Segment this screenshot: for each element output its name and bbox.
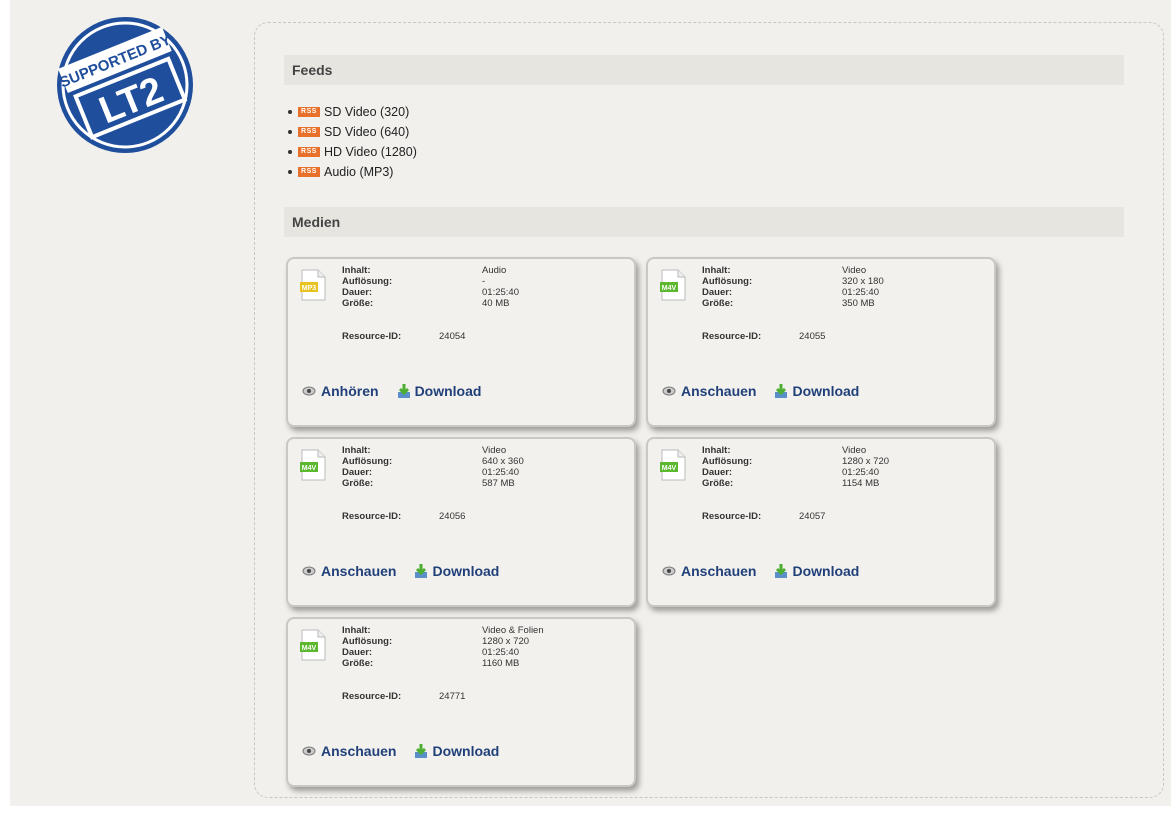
media-actions: Anschauen Download [662, 563, 877, 579]
m4v-file-icon: M4V [300, 449, 326, 481]
eye-icon [662, 386, 676, 396]
watch-button[interactable]: Anschauen [662, 563, 756, 579]
download-icon [415, 564, 428, 578]
rss-icon: RSS [298, 167, 320, 177]
media-heading: Medien [284, 207, 1124, 237]
eye-icon [302, 746, 316, 756]
download-icon [775, 384, 788, 398]
bullet-icon [288, 150, 292, 154]
rss-icon: RSS [298, 127, 320, 137]
eye-icon [302, 386, 316, 396]
download-button[interactable]: Download [774, 383, 859, 399]
svg-text:M4V: M4V [662, 285, 677, 292]
listen-button[interactable]: Anhören [302, 383, 379, 399]
mp3-file-icon: MP3 [300, 269, 326, 301]
bullet-icon [288, 170, 292, 174]
feed-item-hd-1280[interactable]: RSS HD Video (1280) [288, 142, 417, 162]
media-info: Inhalt: Video Auflösung: 640 x 360 Dauer: 0… [342, 445, 524, 522]
m4v-file-icon: M4V [660, 449, 686, 481]
media-info: Inhalt: Audio Auflösung: - Dauer: 01:25:40 … [342, 265, 519, 342]
feed-list: RSS SD Video (320) RSS SD Video (640) RS… [288, 102, 417, 182]
download-button[interactable]: Download [414, 743, 499, 759]
media-card: M4V Inhalt: Video Auflösung: 640 x 360 Dau… [286, 437, 636, 607]
resource-id: 24057 [799, 511, 826, 522]
download-button[interactable]: Download [774, 563, 859, 579]
watch-button[interactable]: Anschauen [662, 383, 756, 399]
svg-text:M4V: M4V [302, 645, 317, 652]
media-card: M4V Inhalt: Video Auflösung: 320 x 180 Dau… [646, 257, 996, 427]
media-info: Inhalt: Video & Folien Auflösung: 1280 x 7… [342, 625, 544, 702]
media-actions: Anschauen Download [662, 383, 877, 399]
resource-id: 24771 [439, 691, 466, 702]
download-icon [775, 564, 788, 578]
media-info: Inhalt: Video Auflösung: 1280 x 720 Dauer:… [702, 445, 890, 522]
feeds-heading: Feeds [284, 55, 1124, 85]
media-card: M4V Inhalt: Video & Folien Auflösung: 1280… [286, 617, 636, 787]
media-actions: Anhören Download [302, 383, 499, 399]
download-icon [397, 384, 410, 398]
eye-icon [302, 566, 316, 576]
svg-text:M4V: M4V [662, 465, 677, 472]
media-title: Medien [292, 214, 341, 230]
svg-text:M4V: M4V [302, 465, 317, 472]
bullet-icon [288, 130, 292, 134]
svg-text:MP3: MP3 [302, 285, 317, 292]
media-actions: Anschauen Download [302, 743, 517, 759]
watch-button[interactable]: Anschauen [302, 743, 396, 759]
feed-link[interactable]: HD Video (1280) [324, 145, 417, 159]
bullet-icon [288, 110, 292, 114]
media-card: MP3 Inhalt: Audio Auflösung: - Dauer: 01:25… [286, 257, 636, 427]
feed-link[interactable]: Audio (MP3) [324, 165, 393, 179]
feed-link[interactable]: SD Video (640) [324, 125, 409, 139]
rss-icon: RSS [298, 147, 320, 157]
m4v-file-icon: M4V [300, 629, 326, 661]
feed-item-audio-mp3[interactable]: RSS Audio (MP3) [288, 162, 417, 182]
watch-button[interactable]: Anschauen [302, 563, 396, 579]
resource-id: 24054 [439, 331, 466, 342]
media-actions: Anschauen Download [302, 563, 517, 579]
feeds-title: Feeds [292, 62, 333, 78]
feed-item-sd-320[interactable]: RSS SD Video (320) [288, 102, 417, 122]
download-button[interactable]: Download [414, 563, 499, 579]
m4v-file-icon: M4V [660, 269, 686, 301]
eye-icon [662, 566, 676, 576]
download-icon [415, 744, 428, 758]
resource-id: 24056 [439, 511, 466, 522]
media-info: Inhalt: Video Auflösung: 320 x 180 Dauer: 0… [702, 265, 884, 342]
feed-item-sd-640[interactable]: RSS SD Video (640) [288, 122, 417, 142]
rss-icon: RSS [298, 107, 320, 117]
resource-id: 24055 [799, 331, 826, 342]
download-button[interactable]: Download [397, 383, 481, 399]
feed-link[interactable]: SD Video (320) [324, 105, 409, 119]
supported-by-logo[interactable]: SUPPORTED BY LT2 [55, 15, 195, 155]
media-card: M4V Inhalt: Video Auflösung: 1280 x 720 Da… [646, 437, 996, 607]
